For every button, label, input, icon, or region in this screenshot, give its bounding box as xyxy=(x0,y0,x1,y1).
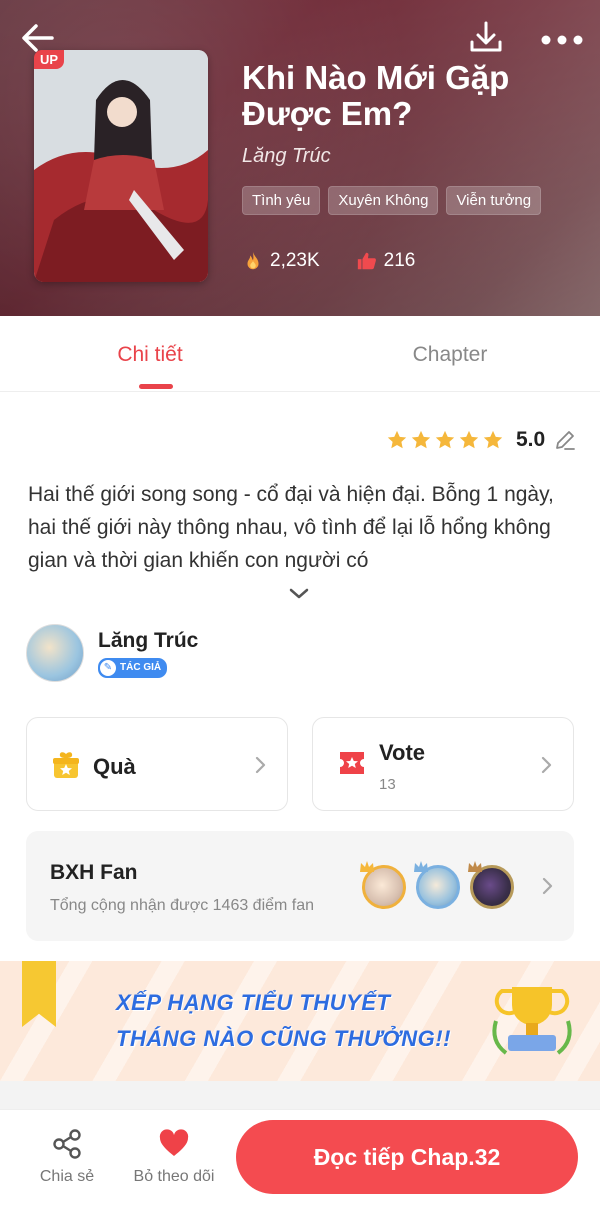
download-icon[interactable] xyxy=(466,18,506,58)
vote-label: Vote xyxy=(379,740,426,765)
chevron-right-icon xyxy=(542,877,553,895)
avatar xyxy=(26,624,84,682)
crown-icon xyxy=(360,861,374,872)
book-author[interactable]: Lăng Trúc xyxy=(242,145,331,168)
tab-chapters[interactable]: Chapter xyxy=(300,316,600,391)
book-description: Hai thế giới song song - cổ đại và hiện … xyxy=(28,483,554,572)
genre-tags: Tình yêu Xuyên Không Viễn tưởng xyxy=(242,186,542,215)
unfollow-button[interactable]: Bỏ theo dõi xyxy=(128,1128,220,1186)
continue-reading-button[interactable]: Đọc tiếp Chap.32 xyxy=(236,1120,578,1194)
rating[interactable]: 5.0 xyxy=(386,428,577,452)
crown-icon xyxy=(468,861,482,872)
share-label: Chia sẻ xyxy=(39,1168,95,1185)
gift-card[interactable]: Quà xyxy=(26,717,288,811)
star-icon xyxy=(435,430,455,449)
fan-ranking-subtitle: Tổng cộng nhận được 1463 điểm fan xyxy=(50,897,315,914)
promo-line-2: THÁNG NÀO CŨNG THƯỞNG!! xyxy=(116,1026,451,1051)
author-badge: ✎ TÁC GIẢ xyxy=(98,657,168,678)
star-icon xyxy=(459,430,479,449)
chevron-right-icon xyxy=(255,756,266,774)
promo-banner[interactable]: XẾP HẠNG TIỂU THUYẾT THÁNG NÀO CŨNG THƯỞ… xyxy=(0,961,600,1081)
rating-value: 5.0 xyxy=(516,428,546,451)
vote-card[interactable]: Vote 13 xyxy=(312,717,574,811)
author-badge-label: TÁC GIẢ xyxy=(120,662,162,673)
fire-icon xyxy=(247,251,259,270)
author-profile[interactable]: Lăng Trúc ✎ TÁC GIẢ xyxy=(26,624,198,682)
views-stat: 2,23K xyxy=(242,250,320,272)
book-header: UP Khi Nào Mới Gặp Được Em? Lăng Trúc Tì… xyxy=(0,0,600,316)
back-arrow-icon[interactable] xyxy=(18,18,58,58)
crown-icon xyxy=(414,861,428,872)
promo-line-1: XẾP HẠNG TIỂU THUYẾT xyxy=(116,990,391,1015)
heart-icon xyxy=(159,1129,189,1156)
vote-ticket-icon xyxy=(340,752,364,774)
genre-tag[interactable]: Tình yêu xyxy=(242,186,321,215)
promo-text: XẾP HẠNG TIỂU THUYẾT THÁNG NÀO CŨNG THƯỞ… xyxy=(116,985,451,1057)
gift-icon xyxy=(53,752,79,778)
likes-count: 216 xyxy=(383,250,416,271)
star-icon xyxy=(387,430,407,449)
tab-details[interactable]: Chi tiết xyxy=(0,316,300,391)
tab-bar: Chi tiết Chapter xyxy=(0,316,600,392)
star-icon xyxy=(483,430,503,449)
pen-icon: ✎ xyxy=(100,659,116,676)
book-cover xyxy=(34,50,208,282)
chevron-right-icon xyxy=(541,756,552,774)
bottom-action-bar: Chia sẻ Bỏ theo dõi Đọc tiếp Chap.32 xyxy=(0,1109,600,1206)
trophy-icon xyxy=(492,987,572,1055)
unfollow-label: Bỏ theo dõi xyxy=(133,1168,215,1185)
gift-label: Quà xyxy=(93,754,136,779)
fan-ranking-card[interactable]: BXH Fan Tổng cộng nhận được 1463 điểm fa… xyxy=(26,831,574,941)
fan-avatar xyxy=(414,861,460,909)
thumbs-up-icon xyxy=(357,252,376,270)
star-icon xyxy=(411,430,431,449)
share-icon xyxy=(53,1129,81,1159)
chevron-down-icon[interactable] xyxy=(286,584,312,604)
more-icon[interactable] xyxy=(538,22,586,58)
fan-avatar xyxy=(360,861,406,909)
genre-tag[interactable]: Viễn tưởng xyxy=(446,186,542,215)
likes-stat: 216 xyxy=(356,250,416,272)
section-divider xyxy=(0,1081,600,1109)
author-name: Lăng Trúc xyxy=(98,628,199,652)
top-fans xyxy=(360,861,514,909)
views-count: 2,23K xyxy=(270,250,320,271)
fan-ranking-title: BXH Fan xyxy=(50,861,138,884)
share-button[interactable]: Chia sẻ xyxy=(22,1128,112,1186)
genre-tag[interactable]: Xuyên Không xyxy=(328,186,439,215)
fan-avatar xyxy=(468,861,514,909)
edit-icon[interactable] xyxy=(553,428,577,452)
vote-count: 13 xyxy=(379,776,396,793)
book-stats: 2,23K 216 xyxy=(242,250,451,272)
book-title: Khi Nào Mới Gặp Được Em? xyxy=(242,59,510,132)
